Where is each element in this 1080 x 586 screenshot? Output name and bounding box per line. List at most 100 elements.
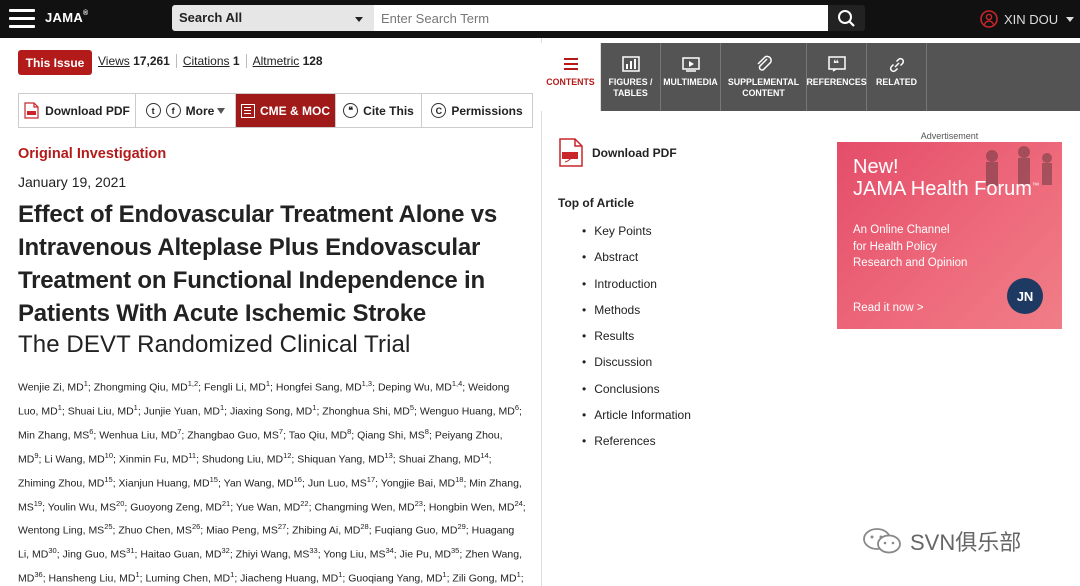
author-affiliation-number: 1 bbox=[442, 570, 447, 580]
author-affiliation-number: 14 bbox=[480, 450, 489, 460]
author-name[interactable]: Fengli Li, MD bbox=[204, 382, 266, 394]
author-affiliation-number: 1 bbox=[83, 379, 88, 388]
cme-moc-button[interactable]: CME & MOC bbox=[236, 94, 336, 127]
toc-item-abstract[interactable]: Abstract bbox=[582, 250, 691, 276]
toc-item-conclusions[interactable]: Conclusions bbox=[582, 382, 691, 408]
author-name[interactable]: Fuqiang Guo, MD bbox=[375, 525, 458, 537]
author-name[interactable]: Zhongming Qiu, MD bbox=[94, 382, 188, 394]
author-name[interactable]: Zhuo Chen, MS bbox=[118, 525, 192, 537]
article-type[interactable]: Original Investigation bbox=[18, 146, 166, 162]
author-name[interactable]: Jiacheng Huang, MD bbox=[240, 573, 338, 585]
author-name[interactable]: Min Zhang, MS bbox=[18, 429, 89, 441]
author-name[interactable]: Yan Wang, MD bbox=[224, 477, 294, 489]
author-name[interactable]: Wenguo Huang, MD bbox=[420, 405, 515, 417]
author-name[interactable]: Yongjie Bai, MD bbox=[381, 477, 455, 489]
author-name[interactable]: Luming Chen, MD bbox=[146, 573, 231, 585]
author-name[interactable]: Miao Peng, MS bbox=[206, 525, 278, 537]
author-affiliation-number: 1,3 bbox=[361, 379, 373, 388]
video-icon bbox=[681, 57, 700, 72]
tab-multimedia[interactable]: MULTIMEDIA bbox=[661, 43, 721, 111]
author-name[interactable]: Youlin Wu, MS bbox=[48, 501, 116, 513]
tab-references[interactable]: ❝ REFERENCES bbox=[806, 43, 867, 111]
toc-item-methods[interactable]: Methods bbox=[582, 303, 691, 329]
menu-icon[interactable] bbox=[9, 9, 35, 29]
author-name[interactable]: Shudong Liu, MD bbox=[202, 453, 283, 465]
author-name[interactable]: Shuai Liu, MD bbox=[68, 405, 134, 417]
author-name[interactable]: Shiquan Yang, MD bbox=[297, 453, 384, 465]
author-affiliation-number: 8 bbox=[347, 426, 352, 436]
author-name[interactable]: Yue Wan, MD bbox=[236, 501, 300, 513]
author-name[interactable]: Deping Wu, MD bbox=[378, 382, 452, 394]
author-name[interactable]: Zhonghua Shi, MD bbox=[322, 405, 410, 417]
tab-label: MULTIMEDIA bbox=[663, 77, 718, 87]
toc-item-results[interactable]: Results bbox=[582, 329, 691, 355]
author-name[interactable]: Hansheng Liu, MD bbox=[49, 573, 136, 585]
author-name[interactable]: Jiaxing Song, MD bbox=[230, 405, 312, 417]
cite-this-button[interactable]: ❝ Cite This bbox=[336, 94, 422, 127]
author-affiliation-number: 25 bbox=[104, 522, 113, 532]
tab-figures[interactable]: FIGURES / TABLES bbox=[601, 43, 661, 111]
permissions-button[interactable]: C Permissions bbox=[422, 94, 532, 127]
tab-related[interactable]: RELATED bbox=[867, 43, 927, 111]
author-name[interactable]: Wenhua Liu, MD bbox=[99, 429, 177, 441]
views-metric[interactable]: Views 17,261 bbox=[98, 54, 177, 68]
tab-label: FIGURES / bbox=[608, 77, 653, 87]
author-name[interactable]: Zhiyi Wang, MS bbox=[236, 549, 310, 561]
author-name[interactable]: Wenjie Zi, MD bbox=[18, 382, 84, 394]
author-name[interactable]: Hongbin Wen, MD bbox=[429, 501, 515, 513]
author-affiliation-number: 1,2 bbox=[187, 379, 199, 388]
author-name[interactable]: Guoyong Zeng, MD bbox=[130, 501, 222, 513]
chart-icon bbox=[621, 56, 640, 72]
search-scope-select[interactable]: Search All bbox=[172, 5, 374, 31]
author-name[interactable]: Yong Liu, MS bbox=[323, 549, 385, 561]
author-name[interactable]: Tao Qiu, MD bbox=[289, 429, 347, 441]
author-name[interactable]: Zili Gong, MD bbox=[452, 573, 516, 585]
article-metrics: Views 17,261 Citations 1 Altmetric 128 bbox=[98, 54, 335, 68]
author-name[interactable]: Xinmin Fu, MD bbox=[119, 453, 188, 465]
author-affiliation-number: 1 bbox=[219, 402, 225, 412]
ad-read-now-link[interactable]: Read it now > bbox=[853, 302, 924, 314]
toc-item-key-points[interactable]: Key Points bbox=[582, 224, 691, 250]
author-name[interactable]: Qiang Shi, MS bbox=[357, 429, 425, 441]
author-name[interactable]: Xianjun Huang, MD bbox=[119, 477, 210, 489]
author-name[interactable]: Li Wang, MD bbox=[44, 453, 104, 465]
author-name[interactable]: Hongfei Sang, MD bbox=[276, 382, 362, 394]
search-button[interactable] bbox=[828, 5, 865, 31]
author-name[interactable]: Zhibing Ai, MD bbox=[292, 525, 360, 537]
author-name[interactable]: Wentong Ling, MS bbox=[18, 525, 104, 537]
download-pdf-button[interactable]: Download PDF bbox=[19, 94, 136, 127]
facebook-icon[interactable]: f bbox=[165, 103, 181, 118]
sidebar-download-pdf[interactable]: Download PDF bbox=[558, 138, 677, 167]
content-tabs: CONTENTS FIGURES / TABLES MULTIMEDIA SUPPLEM… bbox=[541, 43, 1080, 111]
tab-supplemental[interactable]: SUPPLEMENTAL CONTENT bbox=[721, 43, 807, 111]
jama-health-forum-ad[interactable]: New! JAMA Health Forum™ An Online Channe… bbox=[837, 142, 1062, 329]
author-name[interactable]: Zhangbao Guo, MS bbox=[187, 429, 279, 441]
author-name[interactable]: Changming Wen, MD bbox=[314, 501, 414, 513]
altmetric-metric[interactable]: Altmetric 128 bbox=[253, 54, 329, 68]
toc-item-introduction[interactable]: Introduction bbox=[582, 277, 691, 303]
twitter-icon[interactable]: t bbox=[145, 103, 161, 118]
author-name[interactable]: Jun Luo, MS bbox=[308, 477, 367, 489]
author-name[interactable]: Guoqiang Yang, MD bbox=[348, 573, 442, 585]
toc-heading[interactable]: Top of Article bbox=[558, 196, 634, 210]
this-issue-button[interactable]: This Issue bbox=[18, 50, 92, 75]
author-name[interactable]: Zhiming Zhou, MD bbox=[18, 477, 104, 489]
article-toolbar: Download PDF t f More CME & MOC ❝ Cite T… bbox=[18, 93, 533, 128]
toc-item-article-information[interactable]: Article Information bbox=[582, 408, 691, 434]
author-name[interactable]: Junjie Yuan, MD bbox=[144, 405, 220, 417]
cite-this-label: Cite This bbox=[363, 103, 414, 118]
user-account-menu[interactable]: XIN DOU bbox=[980, 9, 1075, 29]
watermark: SVN俱乐部 bbox=[862, 525, 1021, 557]
author-name[interactable]: Jing Guo, MS bbox=[63, 549, 127, 561]
search-input[interactable] bbox=[374, 5, 828, 31]
tab-contents[interactable]: CONTENTS bbox=[541, 43, 601, 111]
table-of-contents: Key PointsAbstractIntroductionMethodsRes… bbox=[582, 224, 691, 461]
more-label[interactable]: More bbox=[186, 104, 215, 118]
toc-item-discussion[interactable]: Discussion bbox=[582, 355, 691, 381]
toc-item-references[interactable]: References bbox=[582, 434, 691, 460]
author-name[interactable]: Haitao Guan, MD bbox=[140, 549, 221, 561]
author-name[interactable]: Jie Pu, MD bbox=[400, 549, 451, 561]
author-name[interactable]: Shuai Zhang, MD bbox=[399, 453, 481, 465]
citations-metric[interactable]: Citations 1 bbox=[183, 54, 247, 68]
jama-logo[interactable]: JAMA® bbox=[45, 10, 89, 25]
